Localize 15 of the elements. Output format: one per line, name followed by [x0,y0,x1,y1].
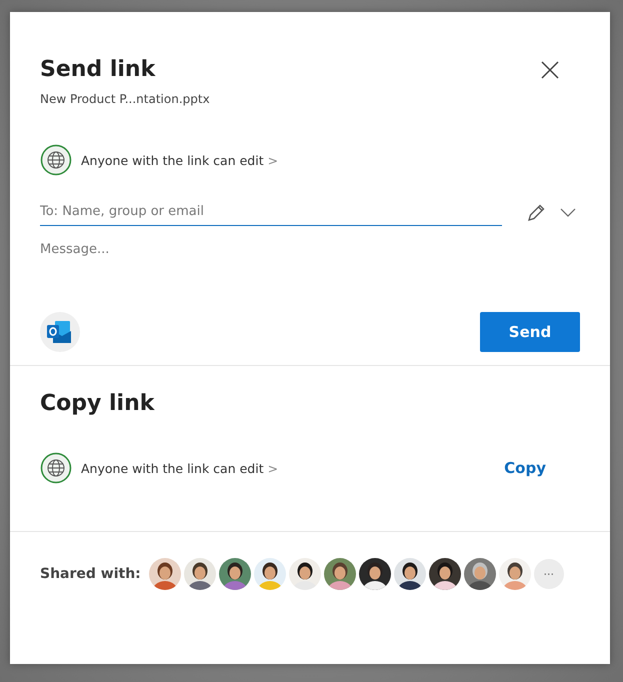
close-icon[interactable] [540,60,560,80]
more-button[interactable]: ··· [534,559,564,589]
chevron-down-icon[interactable] [560,208,576,218]
section-title: Copy link [40,390,156,418]
link-settings-link[interactable]: Anyone with the link can edit > [81,152,278,168]
pencil-icon[interactable] [526,203,546,223]
copy-button[interactable]: Copy [498,458,552,478]
link-settings-link[interactable]: Anyone with the link can edit > [81,460,278,476]
globe-icon [40,144,72,176]
send-button[interactable]: Send [480,312,580,352]
globe-icon [40,452,72,484]
file-name: New Product P...ntation.pptx [40,92,211,106]
outlook-icon[interactable] [40,312,80,352]
shared-with-label: Shared with: [40,566,141,582]
dialog-title: Send link [40,56,156,84]
